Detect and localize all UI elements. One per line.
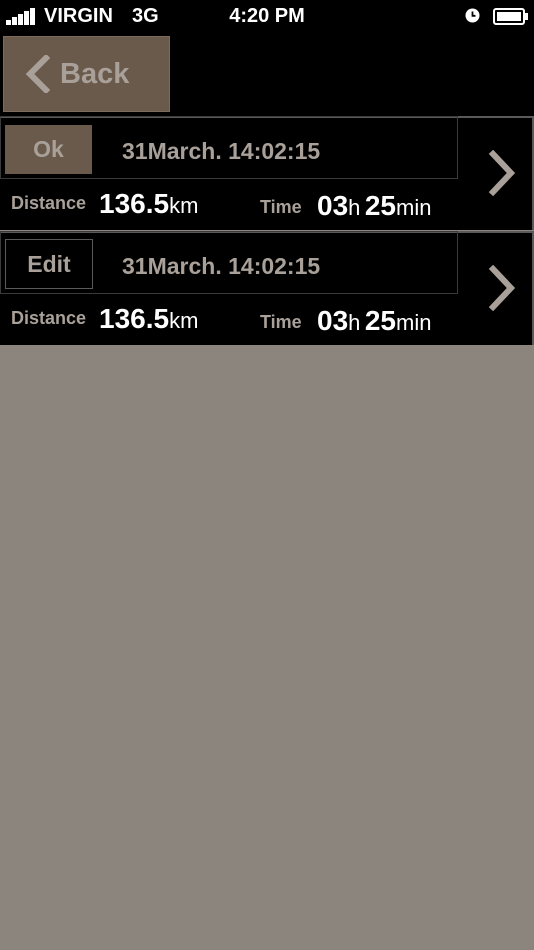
- time-label: Time: [260, 197, 302, 217]
- hours-number: 03: [317, 305, 349, 336]
- time-value: 03h 25min: [317, 304, 431, 343]
- record-stats: Distance 136.5km Time 03h 25min: [0, 294, 458, 345]
- back-button[interactable]: Back: [3, 36, 170, 112]
- hours-number: 03: [317, 190, 349, 221]
- distance-label: Distance: [11, 308, 87, 328]
- distance-value: 136.5km: [99, 187, 198, 226]
- ok-button[interactable]: Ok: [5, 125, 92, 174]
- hours-unit: h: [348, 195, 361, 220]
- time-label: Time: [260, 312, 302, 332]
- minutes-unit: min: [396, 195, 432, 220]
- record-stats: Distance 136.5km Time 03h 25min: [0, 179, 458, 230]
- hours-unit: h: [348, 310, 361, 335]
- status-time: 4:20 PM: [229, 5, 305, 27]
- distance-unit: km: [169, 308, 199, 333]
- distance-label: Distance: [11, 193, 87, 213]
- distance-number: 136.5: [99, 188, 170, 219]
- status-bar: VIRGIN 3G 4:20 PM: [0, 0, 534, 32]
- navigation-bar: Back: [0, 32, 534, 116]
- minutes-number: 25: [364, 190, 397, 221]
- back-button-label: Back: [60, 58, 130, 90]
- edit-button[interactable]: Edit: [5, 239, 93, 289]
- chevron-right-icon[interactable]: [488, 265, 516, 311]
- record-header: Edit 31March. 14:02:15: [0, 231, 458, 294]
- screen: VIRGIN 3G 4:20 PM Back Ok 31March. 14:02…: [0, 0, 534, 950]
- distance-number: 136.5: [99, 303, 170, 334]
- record-row[interactable]: Edit 31March. 14:02:15 Distance 136.5km …: [0, 231, 534, 345]
- chevron-left-icon: [25, 55, 50, 93]
- time-value: 03h 25min: [317, 189, 431, 228]
- record-header: Ok 31March. 14:02:15: [0, 116, 458, 179]
- minutes-number: 25: [364, 305, 397, 336]
- minutes-unit: min: [396, 310, 432, 335]
- distance-value: 136.5km: [99, 302, 198, 341]
- chevron-right-icon[interactable]: [488, 150, 516, 196]
- record-datetime: 31March. 14:02:15: [122, 138, 321, 164]
- record-row[interactable]: Ok 31March. 14:02:15 Distance 136.5km Ti…: [0, 116, 534, 230]
- alarm-clock-icon: [465, 8, 480, 23]
- distance-unit: km: [169, 193, 199, 218]
- record-datetime: 31March. 14:02:15: [122, 253, 321, 279]
- battery-icon: [493, 8, 528, 25]
